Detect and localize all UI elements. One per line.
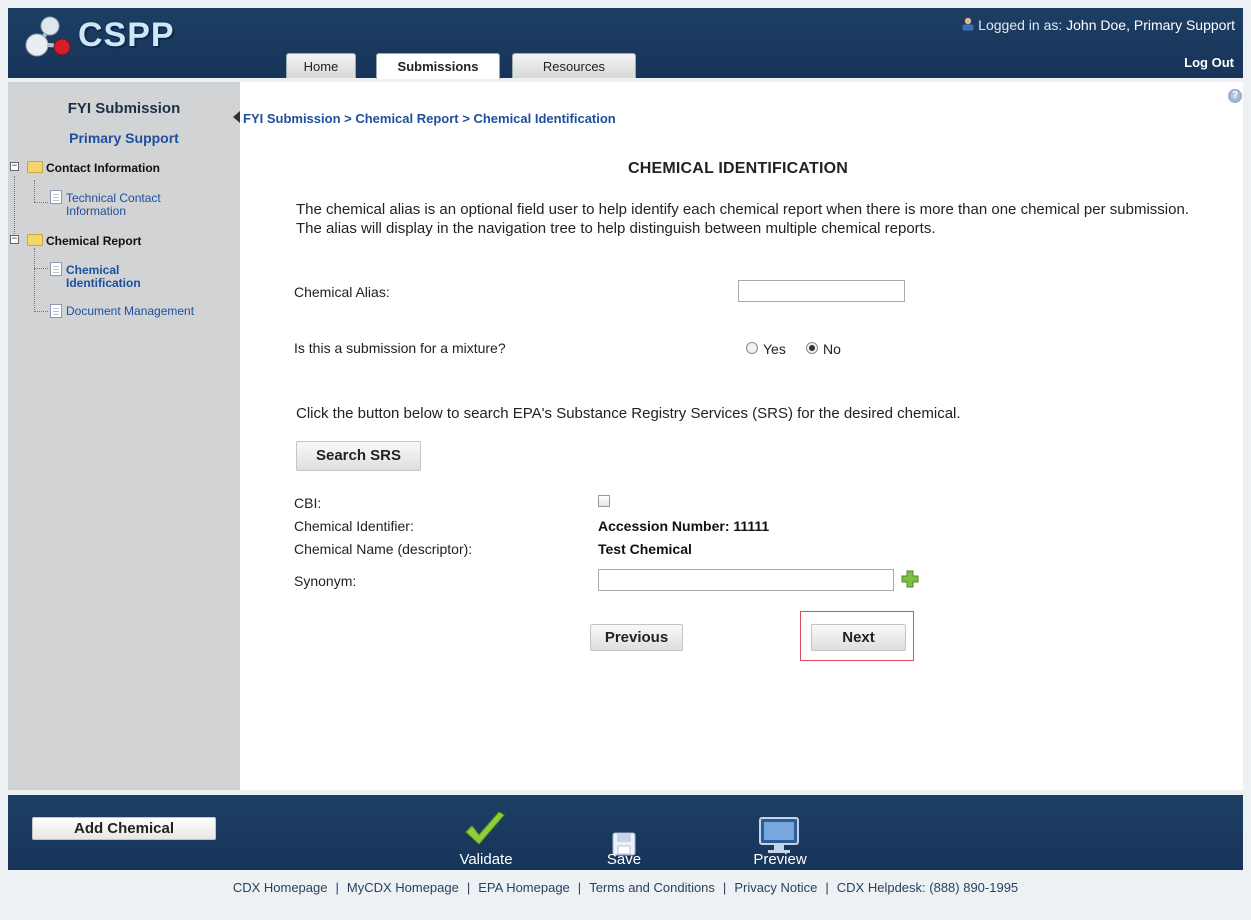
logout-link[interactable]: Log Out	[1184, 55, 1234, 70]
add-chemical-button[interactable]: Add Chemical	[32, 817, 216, 840]
monitor-preview-icon[interactable]	[758, 816, 800, 856]
separator: |	[466, 880, 471, 895]
logo-text: CSPP	[78, 16, 175, 54]
separator: |	[577, 880, 582, 895]
tab-home-label: Home	[303, 59, 339, 74]
tree-line	[34, 268, 48, 269]
cdx-helpdesk-link[interactable]: CDX Helpdesk: (888) 890-1995	[837, 880, 1018, 895]
document-icon	[50, 262, 62, 276]
folder-icon	[27, 161, 43, 173]
tab-home[interactable]: Home	[286, 53, 356, 78]
cbi-label: CBI:	[294, 495, 322, 511]
tree-item-chemical-report[interactable]: Chemical Report	[46, 234, 141, 248]
user-name: John Doe, Primary Support	[1066, 17, 1235, 33]
tree-line	[34, 180, 35, 202]
mixture-no-radio[interactable]	[806, 342, 818, 354]
tab-submissions-label: Submissions	[397, 59, 479, 74]
mycdx-homepage-link[interactable]: MyCDX Homepage	[347, 880, 459, 895]
separator: |	[825, 880, 829, 895]
tree-line	[34, 202, 48, 203]
page-title: CHEMICAL IDENTIFICATION	[628, 160, 848, 177]
user-icon	[962, 17, 974, 31]
tree-item-document-management[interactable]: Document Management	[66, 305, 194, 318]
tree-item-chemical-identification[interactable]: Chemical Identification	[66, 264, 141, 290]
document-icon	[50, 304, 62, 318]
sidebar-subtitle: Primary Support	[69, 130, 179, 146]
collapse-toggle-contact[interactable]: −	[10, 162, 19, 171]
terms-link[interactable]: Terms and Conditions	[589, 880, 715, 895]
collapse-toggle-chemical[interactable]: −	[10, 235, 19, 244]
chemical-alias-label: Chemical Alias:	[294, 284, 390, 300]
synonym-input[interactable]	[598, 569, 894, 591]
tab-submissions[interactable]: Submissions	[376, 53, 500, 79]
molecule-icon	[25, 16, 71, 57]
document-icon	[50, 190, 62, 204]
tree-line	[34, 248, 35, 312]
tree-item-contact-information[interactable]: Contact Information	[46, 161, 160, 175]
help-icon[interactable]: ?	[1228, 89, 1242, 103]
checkmark-icon[interactable]	[463, 810, 507, 850]
main-panel	[240, 82, 1243, 790]
tab-resources-label: Resources	[542, 59, 606, 74]
synonym-label: Synonym:	[294, 573, 357, 589]
epa-homepage-link[interactable]: EPA Homepage	[478, 880, 570, 895]
add-synonym-plus-icon[interactable]	[901, 570, 919, 588]
collapse-sidebar-arrow-icon[interactable]	[233, 111, 241, 123]
next-button[interactable]: Next	[811, 624, 906, 651]
search-srs-button[interactable]: Search SRS	[296, 441, 421, 471]
separator: |	[335, 880, 339, 895]
mixture-question-label: Is this a submission for a mixture?	[294, 340, 506, 356]
tab-resources[interactable]: Resources	[512, 53, 636, 78]
chemical-name-label: Chemical Name (descriptor):	[294, 541, 473, 557]
sidebar-title: FYI Submission	[67, 100, 181, 117]
folder-icon	[27, 234, 43, 246]
breadcrumb[interactable]: FYI Submission > Chemical Report > Chemi…	[243, 111, 616, 126]
footer-links: CDX Homepage | MyCDX Homepage | EPA Homepage…	[8, 870, 1243, 906]
chemical-alias-input[interactable]	[738, 280, 905, 302]
validate-button[interactable]: Validate	[448, 851, 524, 868]
privacy-notice-link[interactable]: Privacy Notice	[734, 880, 817, 895]
sidebar	[8, 82, 240, 790]
logged-in-status: Logged in as: John Doe, Primary Support	[961, 17, 1235, 33]
mixture-yes-radio[interactable]	[746, 342, 758, 354]
intro-text: The chemical alias is an optional field …	[296, 201, 1189, 237]
tree-item-technical-contact-line2: Information	[66, 204, 127, 218]
tree-line	[34, 311, 48, 312]
cspp-logo[interactable]: CSPP	[20, 14, 190, 64]
cdx-homepage-link[interactable]: CDX Homepage	[233, 880, 328, 895]
mixture-yes-label: Yes	[763, 341, 786, 357]
chemical-identifier-value: Accession Number: 11111	[598, 518, 770, 534]
save-button[interactable]: Save	[600, 851, 648, 868]
tree-item-technical-contact[interactable]: Technical Contact Information	[66, 192, 161, 218]
cbi-checkbox[interactable]	[598, 495, 610, 507]
tree-item-chemical-identification-line2: Identification	[66, 276, 141, 290]
srs-instruction: Click the button below to search EPA's S…	[296, 405, 961, 422]
separator: |	[722, 880, 727, 895]
chemical-name-value: Test Chemical	[598, 541, 692, 557]
tree-line	[14, 176, 15, 238]
mixture-no-label: No	[823, 341, 841, 357]
previous-button[interactable]: Previous	[590, 624, 683, 651]
logged-in-label: Logged in as:	[978, 17, 1063, 33]
preview-button[interactable]: Preview	[741, 851, 819, 868]
chemical-identifier-label: Chemical Identifier:	[294, 518, 414, 534]
